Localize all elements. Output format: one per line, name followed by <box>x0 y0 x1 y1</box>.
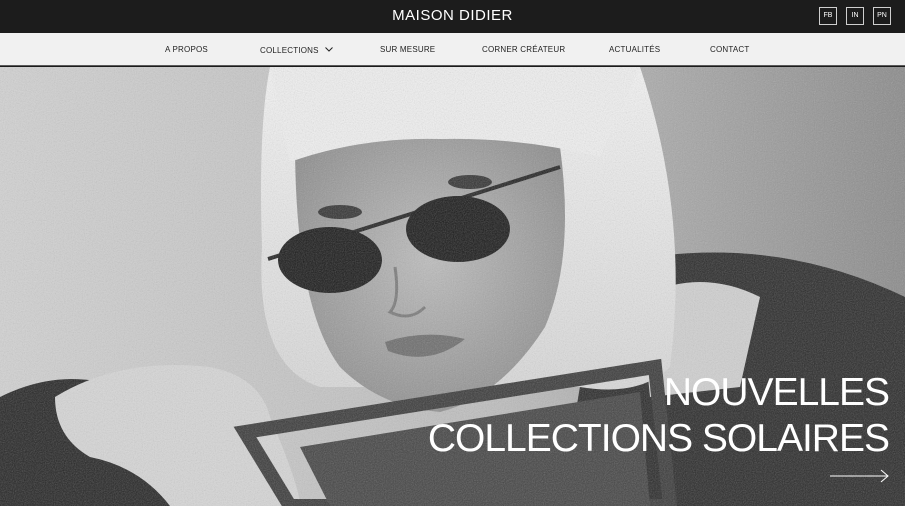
social-links: FB IN PN <box>819 7 891 25</box>
chevron-down-icon <box>325 45 333 54</box>
nav-item-contact[interactable]: CONTACT <box>710 45 749 54</box>
top-bar: MAISON DIDIER FB IN PN <box>0 0 905 33</box>
nav-item-label: COLLECTIONS <box>260 46 319 55</box>
nav-item-actualites[interactable]: ACTUALITÉS <box>609 45 660 54</box>
nav-item-a-propos[interactable]: A PROPOS <box>165 45 208 54</box>
hero-headline: NOUVELLES COLLECTIONS SOLAIRES <box>427 370 890 462</box>
brand-logo[interactable]: MAISON DIDIER <box>0 7 905 24</box>
nav-item-collections[interactable]: COLLECTIONS <box>260 45 333 55</box>
nav-item-label: A PROPOS <box>165 45 208 54</box>
nav-item-label: ACTUALITÉS <box>609 45 661 54</box>
main-nav: A PROPOS COLLECTIONS SUR MESURE CORNER C… <box>0 33 905 66</box>
hero-headline-line1: NOUVELLES <box>663 371 890 414</box>
nav-item-corner-createur[interactable]: CORNER CRÉATEUR <box>482 45 565 54</box>
facebook-icon[interactable]: FB <box>819 7 837 25</box>
nav-item-label: CONTACT <box>710 45 750 54</box>
hero-headline-line2: COLLECTIONS SOLAIRES <box>427 417 890 460</box>
pinterest-icon[interactable]: PN <box>873 7 891 25</box>
arrow-right-icon[interactable] <box>830 469 890 483</box>
nav-item-sur-mesure[interactable]: SUR MESURE <box>380 45 435 54</box>
nav-item-label: CORNER CRÉATEUR <box>482 45 566 54</box>
nav-item-label: SUR MESURE <box>380 45 436 54</box>
hero-banner: NOUVELLES COLLECTIONS SOLAIRES <box>0 67 905 506</box>
instagram-icon[interactable]: IN <box>846 7 864 25</box>
